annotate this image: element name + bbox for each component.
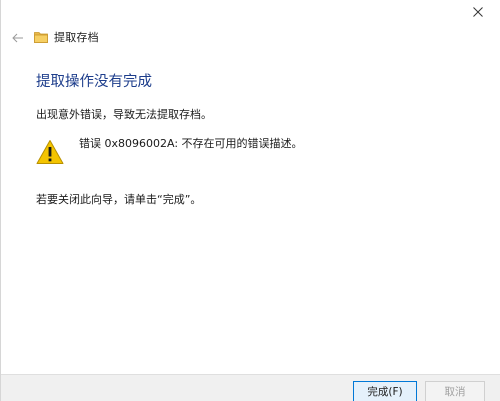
warning-icon bbox=[36, 139, 64, 165]
back-button[interactable] bbox=[10, 29, 26, 45]
error-message: 出现意外错误，导致无法提取存档。 bbox=[36, 108, 212, 121]
button-bar: 完成(F) 取消 bbox=[1, 374, 500, 401]
error-code-text: 错误 0x8096002A: 不存在可用的错误描述。 bbox=[79, 137, 303, 150]
finish-button[interactable]: 完成(F) bbox=[353, 381, 417, 401]
back-arrow-icon bbox=[12, 28, 24, 47]
close-button[interactable] bbox=[456, 0, 500, 22]
close-instruction: 若要关闭此向导，请单击“完成”。 bbox=[36, 193, 202, 206]
wizard-titlebar: 提取存档 bbox=[10, 27, 99, 47]
extract-wizard-window: 提取存档 提取操作没有完成 出现意外错误，导致无法提取存档。 错误 0x8096… bbox=[0, 0, 500, 401]
close-icon bbox=[473, 2, 483, 21]
cancel-button[interactable]: 取消 bbox=[425, 381, 485, 401]
page-heading: 提取操作没有完成 bbox=[36, 74, 152, 90]
window-title: 提取存档 bbox=[54, 31, 99, 44]
folder-icon bbox=[34, 31, 48, 43]
